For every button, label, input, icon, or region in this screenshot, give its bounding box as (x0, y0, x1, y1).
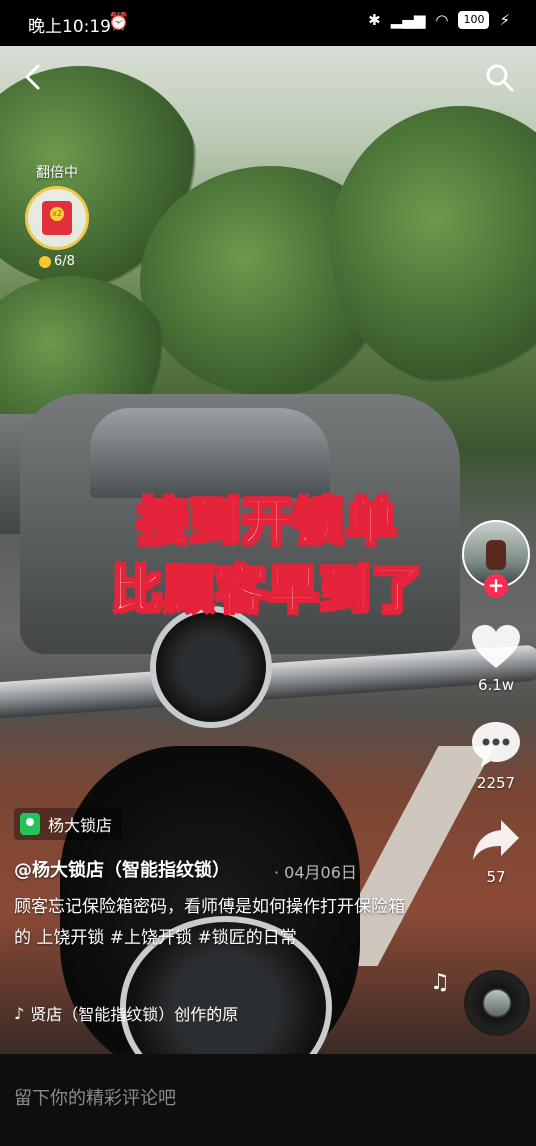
post-date: · 04月06日 (274, 863, 357, 882)
share-icon (473, 820, 519, 860)
author-name[interactable]: @杨大锁店（智能指纹锁） (14, 856, 230, 882)
reward-label: 翻倍中 (36, 165, 78, 181)
music-note-icon: ♫ (430, 970, 450, 995)
video-caption-line1: 接到开锁单 (137, 492, 398, 552)
avatar-image (486, 540, 506, 570)
follow-button[interactable]: + (484, 574, 508, 598)
comment-input[interactable]: 留下你的精彩评论吧 (14, 1084, 176, 1110)
comment-button[interactable]: 2257 (462, 720, 530, 792)
back-icon (25, 64, 40, 90)
battery-icon: 100 (458, 11, 490, 29)
search-button[interactable] (484, 62, 516, 94)
location-pin-icon (20, 813, 40, 835)
location-label: 杨大锁店 (48, 816, 113, 835)
like-count: 6.1w (477, 676, 515, 694)
alarm-icon: ⏰ (108, 12, 130, 32)
coin-icon (39, 255, 52, 268)
music-disc-cover (484, 990, 510, 1016)
comment-icon (472, 722, 520, 767)
bluetooth-icon: ✱ (368, 11, 381, 29)
multiplier-badge: x2 (50, 207, 64, 221)
music-disc[interactable] (464, 970, 530, 1036)
share-button[interactable]: 57 (462, 818, 530, 886)
action-rail: + 6.1w 2257 57 (462, 520, 530, 886)
tiktok-icon: ♪ (14, 1003, 25, 1023)
reward-progress-text: 6/8 (54, 254, 75, 269)
music-info[interactable]: ♪ 贤店（智能指纹锁）创作的原 (14, 1001, 264, 1025)
status-icons: ✱ ▂▄▆ ◠ 100 ⚡ (368, 11, 510, 29)
speedometer (150, 606, 272, 728)
location-tag[interactable]: 杨大锁店 (14, 808, 123, 840)
wifi-icon: ◠ (435, 11, 449, 29)
charging-icon: ⚡ (499, 11, 510, 29)
reward-progress-ring: x2 (25, 186, 89, 250)
video-caption-line2: 比顾客早到了 (111, 560, 424, 620)
post-description[interactable]: 顾客忘记保险箱密码，看师傅是如何操作打开保险箱的 上饶开锁 #上饶开锁 #锁匠的… (14, 892, 414, 954)
status-bar: 晚上10:19 ⏰ ✱ ▂▄▆ ◠ 100 ⚡ (0, 0, 536, 46)
music-title: 贤店（智能指纹锁）创作的原 (30, 1005, 239, 1024)
signal-icon: ▂▄▆ (390, 11, 426, 29)
like-button[interactable]: 6.1w (462, 624, 530, 694)
share-count: 57 (486, 868, 506, 886)
reward-count: 6/8 (22, 254, 92, 269)
search-icon (486, 64, 514, 92)
status-time: 晚上10:19 (28, 17, 111, 37)
reward-badge[interactable]: 翻倍中 x2 6/8 (22, 162, 92, 269)
back-button[interactable] (20, 62, 46, 92)
heart-icon (472, 625, 520, 668)
comment-bar[interactable]: 留下你的精彩评论吧 (0, 1054, 536, 1146)
comment-count: 2257 (476, 774, 516, 792)
